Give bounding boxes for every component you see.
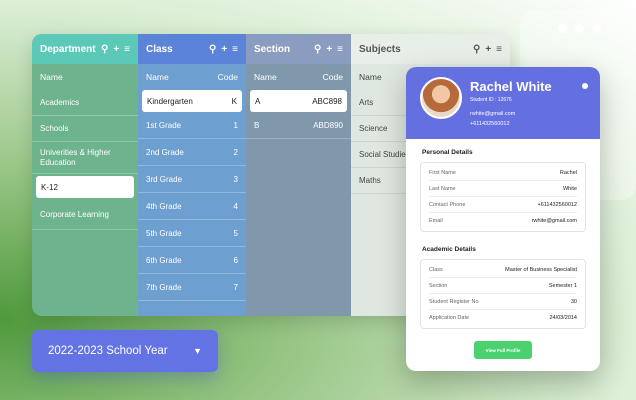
academic-details-box: Class Master of Business Specialist Secti… [420, 259, 586, 329]
profile-header: Rachel White Student ID : 12676 rwhite@g… [406, 67, 600, 139]
add-icon[interactable]: + [113, 44, 119, 55]
personal-details-box: First Name Rachel Last Name White Contact … [420, 162, 586, 232]
department-title: Department [40, 43, 96, 55]
avatar [420, 77, 462, 119]
menu-icon[interactable]: ≡ [232, 44, 238, 55]
detail-row: Class Master of Business Specialist [429, 262, 577, 278]
table-row[interactable]: 6th Grade 6 [138, 247, 246, 274]
column-label-code: Code [217, 72, 238, 82]
column-label-name: Name [40, 72, 63, 82]
subjects-header: Subjects ⚲ + ≡ [351, 34, 510, 64]
table-row[interactable]: B ABD890 [246, 112, 351, 139]
menu-icon[interactable]: ≡ [337, 44, 343, 55]
table-row[interactable]: 3rd Grade 3 [138, 166, 246, 193]
add-icon[interactable]: + [221, 44, 227, 55]
subjects-title: Subjects [359, 43, 401, 55]
menu-icon[interactable]: ≡ [496, 44, 502, 55]
table-row[interactable]: 7th Grade 7 [138, 274, 246, 301]
class-header: Class ⚲ + ≡ [138, 34, 246, 64]
view-full-profile-button[interactable]: View Full Profile [474, 341, 532, 359]
department-column: Department ⚲ + ≡ Name Academics Schools … [32, 34, 138, 316]
detail-row: Contact Phone +611432560012 [429, 197, 577, 213]
table-row[interactable]: 2nd Grade 2 [138, 139, 246, 166]
window-dot[interactable] [558, 24, 567, 33]
search-icon[interactable]: ⚲ [314, 44, 321, 55]
section-header: Section ⚲ + ≡ [246, 34, 351, 64]
window-dot[interactable] [592, 24, 601, 33]
table-row-selected[interactable]: Kindergarten K [142, 90, 242, 112]
student-phone: +611432560012 [470, 121, 510, 127]
status-dot-icon [582, 83, 588, 89]
search-icon[interactable]: ⚲ [209, 44, 216, 55]
add-icon[interactable]: + [326, 44, 332, 55]
column-label-code: Code [322, 72, 343, 82]
list-item[interactable]: Schools [32, 116, 138, 142]
detail-row: Section Semester 1 [429, 278, 577, 294]
academic-details-title: Academic Details [422, 246, 476, 253]
list-item[interactable]: Univerities & Higher Education [32, 142, 138, 174]
list-item-selected[interactable]: K-12 [36, 176, 134, 198]
section-title: Section [254, 43, 291, 55]
section-column: Section ⚲ + ≡ Name Code A ABC898 B ABD890 [246, 34, 351, 316]
student-email: rwhite@gmail.com [470, 111, 516, 117]
column-label-name: Name [359, 72, 382, 82]
chevron-down-icon: ▼ [193, 346, 202, 356]
personal-details-title: Personal Details [422, 149, 473, 156]
detail-row: Email rwhite@gmail.com [429, 218, 577, 224]
detail-row: Last Name White [429, 181, 577, 197]
list-item[interactable]: Corporate Learning [32, 200, 138, 230]
detail-row: First Name Rachel [429, 165, 577, 181]
list-item[interactable]: Academics [32, 90, 138, 116]
student-id: Student ID : 12676 [470, 97, 512, 103]
detail-row: Student Register No 30 [429, 294, 577, 310]
detail-row: Application Date 24/03/2014 [429, 315, 577, 321]
window-dot[interactable] [575, 24, 584, 33]
table-row[interactable]: 1st Grade 1 [138, 112, 246, 139]
table-row[interactable]: 4th Grade 4 [138, 193, 246, 220]
column-label-name: Name [254, 72, 277, 82]
class-column: Class ⚲ + ≡ Name Code Kindergarten K 1st … [138, 34, 246, 316]
department-header: Department ⚲ + ≡ [32, 34, 138, 64]
search-icon[interactable]: ⚲ [473, 44, 480, 55]
search-icon[interactable]: ⚲ [101, 44, 108, 55]
table-row[interactable]: 5th Grade 5 [138, 220, 246, 247]
table-row-selected[interactable]: A ABC898 [250, 90, 347, 112]
student-name: Rachel White [470, 79, 552, 94]
add-icon[interactable]: + [485, 44, 491, 55]
school-year-select[interactable]: 2022-2023 School Year ▼ [32, 330, 218, 372]
menu-icon[interactable]: ≡ [124, 44, 130, 55]
window-dots [558, 24, 601, 33]
school-year-label: 2022-2023 School Year [48, 345, 168, 357]
column-label-name: Name [146, 72, 169, 82]
student-profile-card: Rachel White Student ID : 12676 rwhite@g… [406, 67, 600, 371]
class-title: Class [146, 43, 173, 55]
